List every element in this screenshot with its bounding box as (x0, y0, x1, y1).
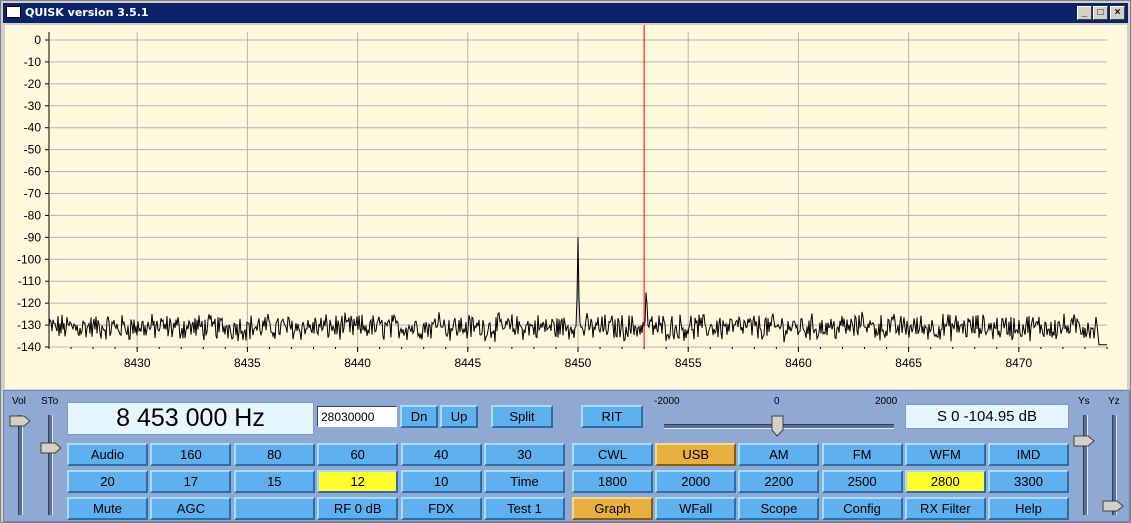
maximize-button[interactable]: □ (1093, 6, 1108, 20)
app-window: QUISK version 3.5.1 _ □ × 0 -10 -20 -30 -40 -… (0, 0, 1131, 523)
mode-2200-button[interactable]: 2200 (738, 470, 820, 493)
band-80-button[interactable]: 80 (233, 443, 315, 466)
x-tick-label: 8430 (124, 356, 151, 370)
band-rf-0-db-button[interactable]: RF 0 dB (317, 497, 399, 520)
vol-slider-track[interactable] (18, 415, 23, 515)
x-tick-label: 8460 (785, 356, 812, 370)
vol-label: Vol (12, 396, 26, 407)
mode-scope-button[interactable]: Scope (738, 497, 820, 520)
mode-rx-filter-button[interactable]: RX Filter (904, 497, 986, 520)
band-20-button[interactable]: 20 (67, 470, 148, 493)
y-tick-label: -80 (24, 208, 42, 222)
band-blank-button[interactable] (233, 497, 315, 520)
x-tick-label: 8455 (675, 356, 702, 370)
mode-usb-button[interactable]: USB (655, 443, 737, 466)
y-tick-label: -110 (18, 274, 41, 288)
yz-label: Yz (1108, 396, 1120, 407)
band-time-button[interactable]: Time (484, 470, 565, 493)
band-fdx-button[interactable]: FDX (400, 497, 482, 520)
band-agc-button[interactable]: AGC (150, 497, 232, 520)
y-tick-label: -60 (24, 165, 42, 179)
y-tick-label: 0 (34, 33, 41, 47)
band-60-button[interactable]: 60 (317, 443, 399, 466)
band-12-button[interactable]: 12 (317, 470, 399, 493)
mode-2500-button[interactable]: 2500 (821, 470, 903, 493)
y-tick-label: -130 (17, 318, 41, 332)
sto-slider-thumb[interactable] (40, 442, 62, 454)
band-30-button[interactable]: 30 (484, 443, 565, 466)
split-button[interactable]: Split (491, 405, 553, 428)
mode-help-button[interactable]: Help (988, 497, 1069, 520)
spectrum-plot[interactable]: 0 -10 -20 -30 -40 -50 -60 -70 -80 -90 -100 -110 -120… (5, 25, 1127, 389)
x-tick-label: 8440 (344, 356, 371, 370)
y-tick-label: -30 (24, 99, 42, 113)
mode-wfm-button[interactable]: WFM (904, 443, 986, 466)
band-test-1-button[interactable]: Test 1 (484, 497, 565, 520)
y-tick-label: -20 (24, 77, 42, 91)
ys-slider-track[interactable] (1083, 415, 1088, 515)
x-tick-label: 8465 (895, 356, 922, 370)
band-mute-button[interactable]: Mute (67, 497, 148, 520)
ys-label: Ys (1078, 396, 1090, 407)
band-audio-button[interactable]: Audio (67, 443, 148, 466)
mode-wfall-button[interactable]: WFall (655, 497, 737, 520)
band-17-button[interactable]: 17 (150, 470, 232, 493)
sto-label: STo (41, 396, 59, 407)
close-button[interactable]: × (1110, 6, 1125, 20)
y-tick-label: -40 (24, 121, 42, 135)
rit-button[interactable]: RIT (581, 405, 643, 428)
mode-imd-button[interactable]: IMD (988, 443, 1069, 466)
y-tick-label: -120 (17, 296, 41, 310)
frequency-entry[interactable] (317, 406, 397, 427)
mode-graph-button[interactable]: Graph (572, 497, 653, 520)
window-title: QUISK version 3.5.1 (25, 6, 149, 19)
band-10-button[interactable]: 10 (400, 470, 482, 493)
title-bar[interactable]: QUISK version 3.5.1 _ □ × (3, 3, 1128, 23)
y-tick-label: -50 (24, 143, 42, 157)
mode-config-button[interactable]: Config (821, 497, 903, 520)
y-tick-label: -70 (24, 187, 42, 201)
mode-2000-button[interactable]: 2000 (655, 470, 737, 493)
mode-cwl-button[interactable]: CWL (572, 443, 653, 466)
x-tick-label: 8435 (234, 356, 261, 370)
down-button[interactable]: Dn (400, 405, 438, 428)
x-tick-label: 8450 (565, 356, 592, 370)
y-tick-label: -100 (17, 252, 41, 266)
frequency-display: 8 453 000 Hz (67, 402, 314, 435)
yz-slider-thumb[interactable] (1102, 500, 1124, 512)
x-tick-label: 8470 (1005, 356, 1032, 370)
up-button[interactable]: Up (440, 405, 478, 428)
mode-3300-button[interactable]: 3300 (988, 470, 1069, 493)
y-tick-label: -10 (24, 55, 42, 69)
rit-scale-max: 2000 (875, 396, 898, 407)
ys-slider-thumb[interactable] (1073, 435, 1095, 447)
mode-am-button[interactable]: AM (738, 443, 820, 466)
band-160-button[interactable]: 160 (150, 443, 232, 466)
rit-slider-thumb[interactable] (771, 415, 785, 437)
x-tick-label: 8445 (454, 356, 481, 370)
rit-scale-min: -2000 (654, 396, 680, 407)
mode-fm-button[interactable]: FM (821, 443, 903, 466)
mode-1800-button[interactable]: 1800 (572, 470, 653, 493)
app-icon (6, 6, 21, 18)
band-40-button[interactable]: 40 (400, 443, 482, 466)
sto-slider-track[interactable] (48, 415, 53, 515)
mode-2800-button[interactable]: 2800 (904, 470, 986, 493)
s-meter-display: S 0 -104.95 dB (905, 404, 1069, 429)
y-tick-label: -140 (17, 340, 41, 354)
y-tick-label: -90 (24, 230, 42, 244)
minimize-button[interactable]: _ (1077, 6, 1092, 20)
spectrum-graph[interactable]: 0 -10 -20 -30 -40 -50 -60 -70 -80 -90 -100 -110 -120… (5, 25, 1127, 389)
rit-scale-mid: 0 (774, 396, 780, 407)
control-panel: Vol STo 8 453 000 Hz Dn Up Split RIT -20… (3, 390, 1130, 522)
vol-slider-thumb[interactable] (9, 415, 31, 427)
band-15-button[interactable]: 15 (233, 470, 315, 493)
